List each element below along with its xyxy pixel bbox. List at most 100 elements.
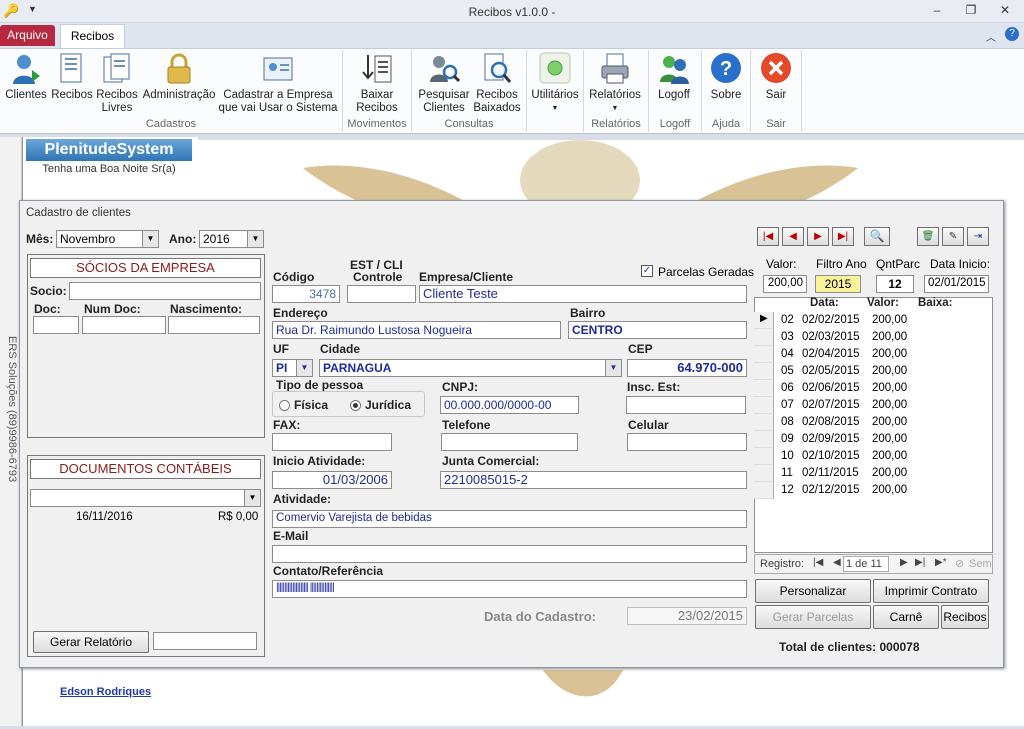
pager-position[interactable]: 1 de 11 [843, 556, 889, 572]
cidade-select[interactable]: PARNAGUA ▼ [319, 359, 622, 377]
delete-record-icon[interactable]: 🗑 [917, 227, 939, 246]
uf-select[interactable]: PI ▼ [272, 359, 313, 377]
bairro-field[interactable]: CENTRO [568, 321, 747, 339]
administracao-button[interactable]: Administração [141, 52, 217, 102]
gerar-parcelas-button[interactable]: Gerar Parcelas [755, 605, 871, 629]
numdoc-input[interactable] [82, 316, 166, 334]
edit-record-icon[interactable]: ✎ [942, 227, 964, 246]
telefone-field[interactable] [441, 433, 578, 451]
utilitarios-button[interactable]: Utilitários ▼ [528, 52, 582, 115]
first-record-icon[interactable]: |◀ [757, 227, 779, 246]
last-record-icon[interactable]: ▶| [832, 227, 854, 246]
insc-field[interactable] [626, 396, 746, 414]
search-icon[interactable]: 🔍 [864, 227, 890, 246]
row-selector[interactable] [754, 329, 774, 346]
close-icon[interactable]: ✕ [994, 3, 1016, 19]
exit-dialog-icon[interactable]: ⇥ [967, 227, 989, 246]
personalizar-contrato-button[interactable]: Personalizar Contrato [755, 579, 871, 620]
recibos-dialog-button[interactable]: Recibos [941, 605, 989, 629]
parcelas-checkbox[interactable]: ✓ [641, 265, 653, 277]
row-selector[interactable] [754, 465, 774, 482]
tab-arquivo[interactable]: Arquivo [0, 25, 55, 46]
collapse-ribbon-icon[interactable]: ︿ [986, 29, 996, 44]
sair-button[interactable]: Sair [754, 52, 798, 102]
table-row[interactable]: 10 02/10/2015 200,00 [754, 448, 993, 465]
table-row[interactable]: 03 02/03/2015 200,00 [754, 329, 993, 346]
atividade-field[interactable]: Comervio Varejista de bebidas [272, 510, 747, 528]
valor-field[interactable]: 200,00 [763, 275, 807, 293]
table-row[interactable]: 12 02/12/2015 200,00 [754, 482, 993, 499]
recibos-baixados-button[interactable]: Recibos Baixados [473, 52, 521, 115]
pager-prev-icon[interactable]: ◀ [833, 557, 841, 568]
table-row[interactable]: 09 02/09/2015 200,00 [754, 431, 993, 448]
table-row[interactable]: ▶ 02 02/02/2015 200,00 [754, 312, 993, 329]
recibos-button[interactable]: Recibos [50, 52, 94, 102]
row-selector[interactable] [754, 363, 774, 380]
author-link[interactable]: Edson Rodriques [60, 686, 151, 698]
logoff-button[interactable]: Logoff [652, 52, 696, 102]
contato-field[interactable]: |||||||||||||||||||| ||||||||||||||| [272, 580, 747, 598]
next-record-icon[interactable]: ▶ [807, 227, 829, 246]
juridica-label: Jurídica [365, 398, 412, 412]
imprimir-contrato-button[interactable]: Imprimir Contrato [873, 579, 989, 603]
pager-last-icon[interactable]: ▶| [915, 557, 925, 568]
row-date: 02/11/2015 [802, 467, 859, 479]
table-row[interactable]: 11 02/11/2015 200,00 [754, 465, 993, 482]
juridica-radio[interactable] [350, 400, 361, 411]
controle-field[interactable] [347, 285, 416, 303]
qntparc-field[interactable]: 12 [876, 275, 914, 293]
documentos-select[interactable]: ▼ [30, 489, 261, 507]
cep-field[interactable]: 64.970-000 [627, 359, 747, 377]
table-row[interactable]: 06 02/06/2015 200,00 [754, 380, 993, 397]
cadastrar-empresa-button[interactable]: Cadastrar a Empresa que vai Usar o Siste… [218, 52, 338, 115]
chevron-down-icon: ▼ [142, 231, 158, 247]
row-selector[interactable] [754, 380, 774, 397]
prev-record-icon[interactable]: ◀ [782, 227, 804, 246]
row-selector[interactable] [754, 346, 774, 363]
clientes-button[interactable]: Clientes [4, 52, 48, 102]
row-selector[interactable] [754, 431, 774, 448]
pesquisar-clientes-button[interactable]: Pesquisar Clientes [416, 52, 472, 115]
relatorio-input[interactable] [153, 632, 257, 650]
relatorios-button[interactable]: Relatórios ▼ [586, 52, 644, 115]
minimize-icon[interactable]: – [926, 3, 948, 19]
baixar-recibos-button[interactable]: Baixar Recibos [350, 52, 404, 115]
filtro-ano-field[interactable]: 2015 [815, 275, 861, 293]
empresa-field[interactable]: Cliente Teste [419, 285, 747, 303]
data-inicio-field[interactable]: 02/01/2015 [924, 275, 989, 293]
row-selector[interactable] [754, 448, 774, 465]
sobre-button[interactable]: ? Sobre [704, 52, 748, 102]
carne-button[interactable]: Carnê [873, 605, 939, 629]
pager-next-icon[interactable]: ▶ [900, 557, 908, 568]
mes-select[interactable]: Novembro ▼ [56, 230, 159, 248]
maximize-icon[interactable]: ❐ [960, 3, 982, 19]
ano-select[interactable]: 2016 ▼ [199, 230, 264, 248]
gerar-relatorio-button[interactable]: Gerar Relatório [33, 631, 149, 653]
table-row[interactable]: 05 02/05/2015 200,00 [754, 363, 993, 380]
endereco-field[interactable]: Rua Dr. Raimundo Lustosa Nogueira [272, 321, 561, 339]
row-selector[interactable] [754, 397, 774, 414]
help-icon[interactable]: ? [1005, 27, 1019, 41]
junta-field[interactable]: 2210085015-2 [440, 471, 747, 489]
row-selector[interactable]: ▶ [754, 312, 774, 329]
fisica-radio[interactable] [279, 400, 290, 411]
pager-new-icon[interactable]: ▶* [935, 557, 947, 568]
inicio-field[interactable]: 01/03/2006 [272, 471, 392, 489]
email-field[interactable] [272, 545, 747, 563]
doc-input[interactable] [33, 316, 79, 334]
row-selector[interactable] [754, 482, 774, 499]
row-selector[interactable] [754, 414, 774, 431]
codigo-field[interactable]: 3478 [272, 285, 340, 303]
recibos-livres-button[interactable]: Recibos Livres [95, 52, 139, 115]
tab-recibos[interactable]: Recibos [60, 24, 125, 48]
table-row[interactable]: 04 02/04/2015 200,00 [754, 346, 993, 363]
table-row[interactable]: 08 02/08/2015 200,00 [754, 414, 993, 431]
nascimento-input[interactable] [168, 316, 260, 334]
cnpj-field[interactable]: 00.000.000/0000-00 [440, 396, 579, 414]
table-row[interactable]: 07 02/07/2015 200,00 [754, 397, 993, 414]
fax-field[interactable] [272, 433, 392, 451]
filter-icon[interactable]: ⊘ [955, 557, 964, 570]
celular-field[interactable] [627, 433, 747, 451]
pager-first-icon[interactable]: |◀ [813, 557, 823, 568]
socio-input[interactable] [69, 282, 261, 300]
